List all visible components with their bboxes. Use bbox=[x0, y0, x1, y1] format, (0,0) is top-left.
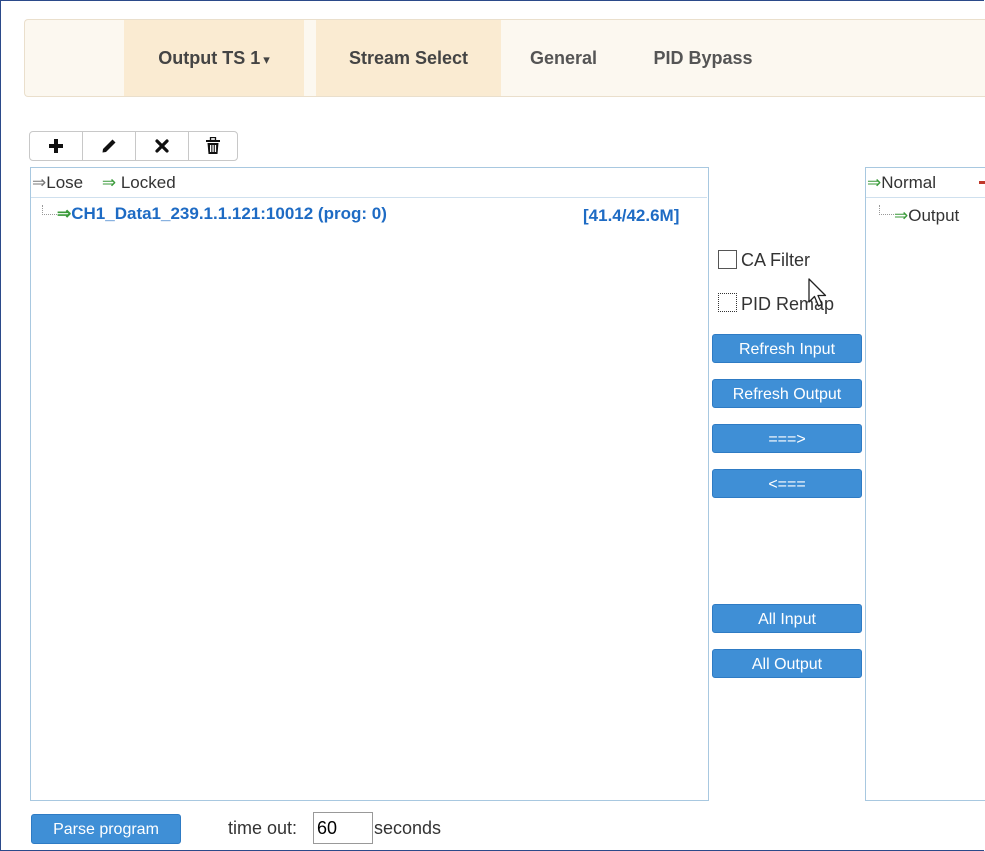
divider bbox=[31, 197, 707, 198]
delete-button[interactable] bbox=[188, 131, 238, 161]
chevron-down-icon: ▾ bbox=[263, 52, 270, 67]
locked-arrow-icon: ⇒ bbox=[101, 173, 117, 192]
tab-label: PID Bypass bbox=[653, 48, 753, 68]
pid-remap-checkbox[interactable] bbox=[718, 293, 737, 312]
output-stream-label: Output bbox=[908, 206, 960, 225]
pencil-icon bbox=[102, 139, 116, 153]
edit-button[interactable] bbox=[82, 131, 136, 161]
top-navbar: Output TS 1 ▾ Stream Select General PID B… bbox=[24, 19, 985, 97]
tab-stream-select[interactable]: Stream Select bbox=[316, 20, 501, 96]
input-stream-item[interactable]: ⇒CH1_Data1_239.1.1.121:10012 (prog: 0) bbox=[57, 204, 387, 224]
output-ts-label: Output TS 1 bbox=[158, 48, 261, 68]
mouse-cursor-icon bbox=[808, 278, 827, 307]
ca-filter-label: CA Filter bbox=[741, 250, 811, 270]
tree-connector bbox=[879, 205, 894, 215]
plus-icon bbox=[49, 139, 63, 153]
output-legend: ⇒Normal bbox=[867, 173, 936, 193]
input-stream-tree[interactable] bbox=[30, 167, 709, 801]
trash-icon bbox=[206, 137, 220, 154]
all-input-button[interactable]: All Input bbox=[712, 604, 862, 633]
legend-locked-label: Locked bbox=[120, 173, 176, 192]
input-stream-bitrate: [41.4/42.6M] bbox=[583, 206, 680, 225]
all-output-button[interactable]: All Output bbox=[712, 649, 862, 678]
tab-pid-bypass[interactable]: PID Bypass bbox=[633, 20, 773, 96]
tree-connector bbox=[42, 205, 57, 215]
tab-general[interactable]: General bbox=[512, 20, 615, 96]
ca-filter-checkbox[interactable] bbox=[718, 250, 737, 269]
output-stream-tree[interactable] bbox=[865, 167, 985, 801]
output-ts-dropdown[interactable]: Output TS 1 ▾ bbox=[124, 20, 304, 96]
input-legend: ⇒Lose ⇒ Locked bbox=[32, 173, 176, 193]
refresh-output-button[interactable]: Refresh Output bbox=[712, 379, 862, 408]
move-left-button[interactable]: <=== bbox=[712, 469, 862, 498]
input-stream-label: CH1_Data1_239.1.1.121:10012 (prog: 0) bbox=[71, 204, 387, 223]
legend-lose-label: Lose bbox=[46, 173, 84, 192]
normal-arrow-icon: ⇒ bbox=[867, 173, 882, 192]
close-icon bbox=[155, 139, 169, 153]
legend-normal-label: Normal bbox=[881, 173, 937, 192]
output-stream-item[interactable]: ⇒Output bbox=[894, 206, 959, 226]
tree-toolbar bbox=[29, 131, 238, 161]
refresh-input-button[interactable]: Refresh Input bbox=[712, 334, 862, 363]
tab-label: General bbox=[529, 48, 598, 68]
tab-label: Stream Select bbox=[348, 48, 469, 68]
remove-button[interactable] bbox=[135, 131, 189, 161]
locked-arrow-icon: ⇒ bbox=[57, 204, 72, 223]
normal-arrow-icon: ⇒ bbox=[894, 206, 909, 225]
timeout-unit-label: seconds bbox=[374, 818, 442, 838]
divider bbox=[866, 197, 985, 198]
lose-arrow-icon: ⇒ bbox=[32, 173, 47, 192]
move-right-button[interactable]: ===> bbox=[712, 424, 862, 453]
add-button[interactable] bbox=[29, 131, 83, 161]
error-arrow-icon bbox=[979, 181, 985, 184]
timeout-input[interactable] bbox=[313, 812, 373, 844]
parse-program-button[interactable]: Parse program bbox=[31, 814, 181, 844]
timeout-label: time out: bbox=[228, 818, 298, 838]
